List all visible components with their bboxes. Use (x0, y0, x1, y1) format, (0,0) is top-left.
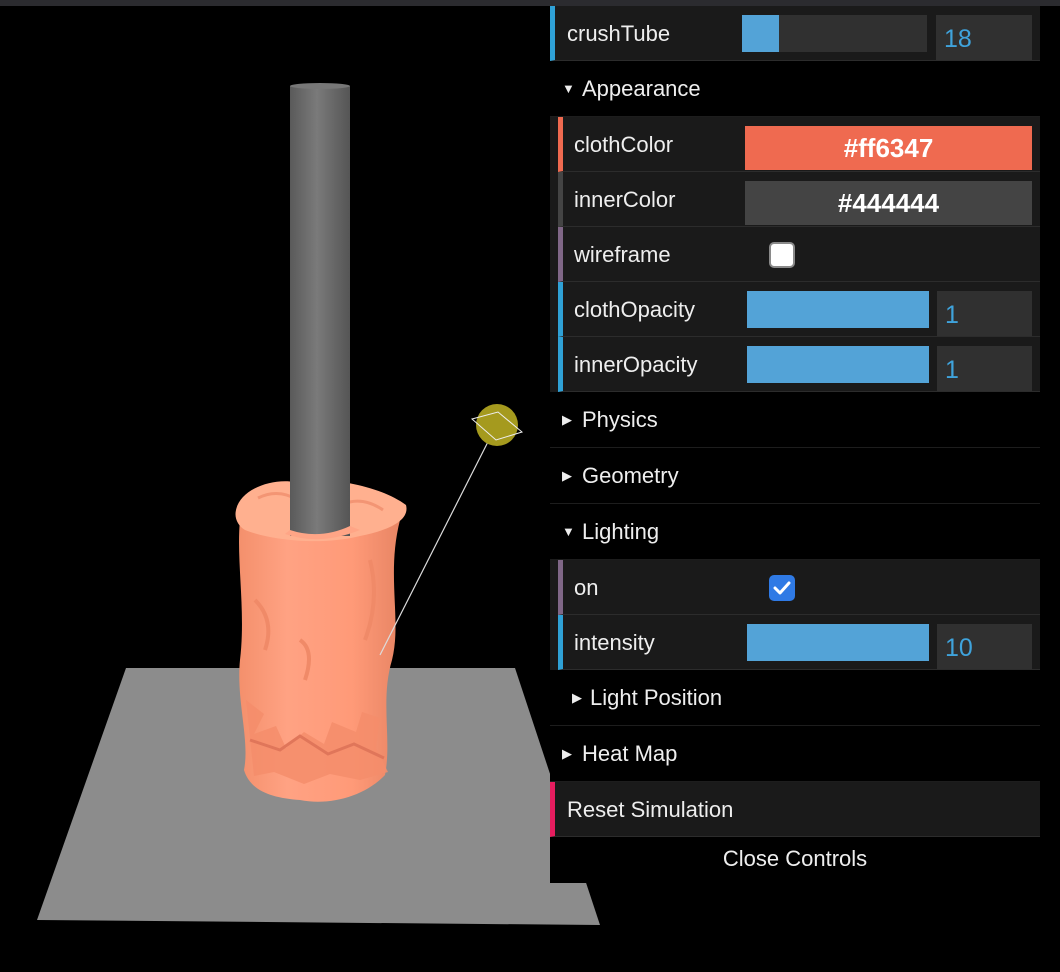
clothopacity-number-input[interactable]: 1 (937, 291, 1032, 336)
clothcolor-control: clothColor #ff6347 (558, 117, 1040, 172)
inneropacity-number-input[interactable]: 1 (937, 346, 1032, 391)
control-label: intensity (574, 630, 655, 655)
slider-fill (747, 291, 929, 328)
inneropacity-control: innerOpacity 1 (558, 337, 1040, 392)
chevron-down-icon: ▼ (562, 81, 575, 96)
clothcolor-input[interactable]: #ff6347 (745, 126, 1032, 170)
crushtube-slider[interactable] (742, 15, 927, 52)
checkmark-icon (773, 581, 791, 595)
folder-appearance[interactable]: ▼ Appearance (550, 61, 1040, 117)
slider-fill (747, 624, 929, 661)
intensity-control: intensity 10 (558, 615, 1040, 670)
lighting-on-control: on (558, 560, 1040, 615)
control-label: innerOpacity (574, 352, 698, 377)
intensity-number-input[interactable]: 10 (937, 624, 1032, 669)
folder-title: Lighting (582, 519, 660, 544)
folder-title: Geometry (582, 463, 679, 488)
folder-title: Physics (582, 407, 658, 432)
chevron-right-icon: ▶ (572, 690, 582, 705)
folder-lighting[interactable]: ▼ Lighting (550, 504, 1040, 560)
tube-top (290, 83, 350, 89)
clothopacity-control: clothOpacity 1 (558, 282, 1040, 337)
folder-geometry[interactable]: ▶ Geometry (550, 448, 1040, 504)
controls-panel: crushTube 18 ▼ Appearance clothColor #ff… (550, 6, 1040, 883)
chevron-right-icon: ▶ (562, 746, 572, 761)
lighting-on-checkbox[interactable] (769, 575, 795, 601)
chevron-right-icon: ▶ (562, 412, 572, 427)
crushtube-control: crushTube 18 (550, 6, 1040, 61)
folder-title: Heat Map (582, 741, 678, 766)
crushtube-number-input[interactable]: 18 (936, 15, 1032, 60)
intensity-slider[interactable] (747, 624, 929, 661)
folder-heat-map[interactable]: ▶ Heat Map (550, 726, 1040, 782)
slider-fill (747, 346, 929, 383)
control-label: clothColor (574, 132, 674, 157)
inneropacity-slider[interactable] (747, 346, 929, 383)
chevron-down-icon: ▼ (562, 524, 575, 539)
wireframe-checkbox[interactable] (769, 242, 795, 268)
close-controls-button[interactable]: Close Controls (550, 837, 1040, 883)
control-label: clothOpacity (574, 297, 696, 322)
innercolor-input[interactable]: #444444 (745, 181, 1032, 225)
folder-physics[interactable]: ▶ Physics (550, 392, 1040, 448)
wireframe-control: wireframe (558, 227, 1040, 282)
chevron-right-icon: ▶ (562, 468, 572, 483)
clothopacity-slider[interactable] (747, 291, 929, 328)
folder-light-position[interactable]: ▶ Light Position (550, 670, 1040, 726)
innercolor-control: innerColor #444444 (558, 172, 1040, 227)
light-helper-line (379, 425, 497, 656)
crush-tube (290, 86, 350, 536)
folder-title: Appearance (582, 76, 701, 101)
button-label: Reset Simulation (567, 797, 734, 822)
control-label: on (574, 575, 599, 600)
folder-title: Light Position (590, 685, 723, 710)
control-label: innerColor (574, 187, 676, 212)
slider-fill (742, 15, 779, 52)
reset-simulation-button[interactable]: Reset Simulation (550, 782, 1040, 837)
control-label: crushTube (567, 21, 671, 46)
control-label: wireframe (574, 242, 671, 267)
